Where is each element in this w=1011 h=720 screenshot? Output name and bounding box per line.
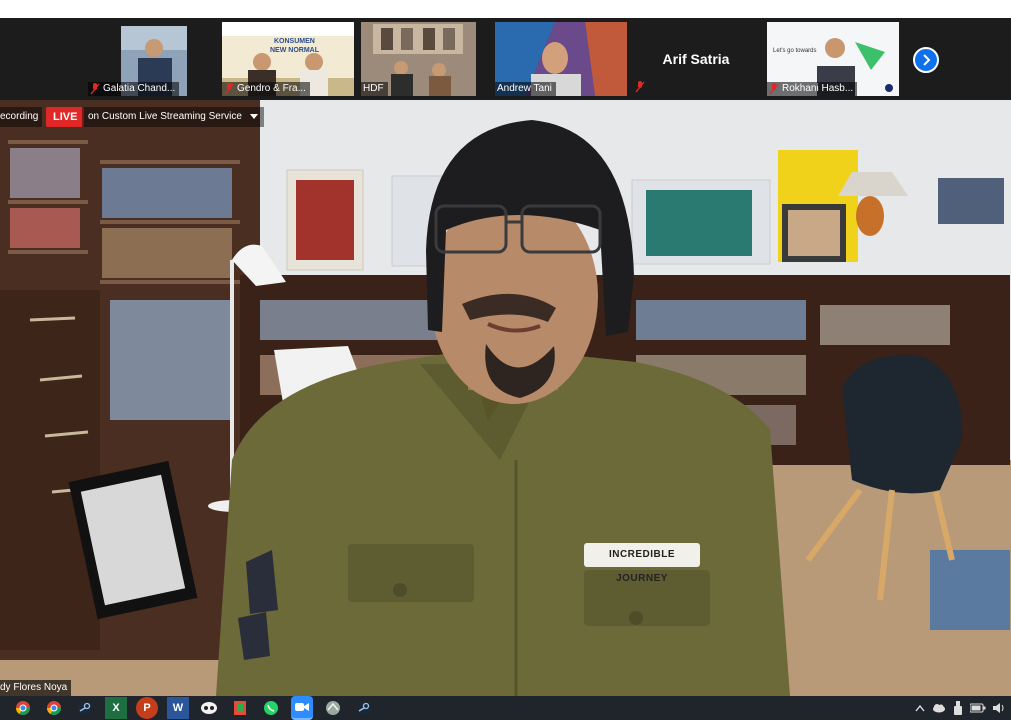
system-tray <box>915 696 1005 720</box>
volume-icon[interactable] <box>993 703 1005 713</box>
active-speaker-name-tag: dy Flores Noya <box>0 680 72 696</box>
usb-icon[interactable] <box>953 701 963 715</box>
participant-tile[interactable]: Galatia Chand... <box>88 22 188 96</box>
whatsapp-icon[interactable] <box>260 697 282 719</box>
participant-name: Galatia Chand... <box>103 83 176 94</box>
word-icon[interactable]: W <box>167 697 189 719</box>
windows-taskbar: X P W <box>0 696 1011 720</box>
streaming-service-label: on Custom Live Streaming Service <box>88 111 242 122</box>
participant-name: HDF <box>363 83 384 94</box>
participant-tile[interactable]: KONSUMEN NEW NORMAL Gendro & Fra... <box>222 22 354 96</box>
participant-name: Rokhani Hasb... <box>782 83 854 94</box>
participant-name: Gendro & Fra... <box>237 83 306 94</box>
shirt-patch-text: INCREDIBLE JOURNEY <box>584 543 700 584</box>
chevron-down-icon <box>249 114 258 119</box>
battery-icon[interactable] <box>970 703 986 713</box>
live-streaming-dropdown[interactable]: on Custom Live Streaming Service <box>82 107 264 127</box>
next-page-button[interactable] <box>913 47 939 73</box>
participant-strip: Galatia Chand... KONSUMEN NEW NORMAL Gen… <box>0 18 1011 100</box>
mic-muted-icon <box>90 83 100 95</box>
participant-name: Andrew Tani <box>497 83 552 94</box>
participant-tile[interactable]: HDF <box>361 22 476 96</box>
participant-name-tag: Galatia Chand... <box>88 82 180 96</box>
participant-name-tag: Rokhani Hasb... <box>767 82 858 96</box>
chevron-up-icon[interactable] <box>915 704 925 712</box>
live-badge[interactable]: LIVE <box>46 107 85 127</box>
steam-icon[interactable] <box>353 697 375 719</box>
chrome-icon[interactable] <box>12 697 34 719</box>
poster-text: NEW NORMAL <box>270 47 319 54</box>
participant-name-tag: Andrew Tani <box>495 82 556 96</box>
participant-tile[interactable]: Andrew Tani <box>495 22 627 96</box>
mic-muted-icon <box>635 81 645 93</box>
recording-label: ecording <box>0 107 43 127</box>
app-icon[interactable] <box>322 697 344 719</box>
excel-icon[interactable]: X <box>105 697 127 719</box>
poster-text: KONSUMEN <box>274 38 315 45</box>
mic-muted-icon <box>224 83 234 95</box>
steam-icon[interactable] <box>74 697 96 719</box>
app-icon[interactable] <box>229 697 251 719</box>
powerpoint-icon[interactable]: P <box>136 697 158 719</box>
participant-name-tag: Gendro & Fra... <box>222 82 310 96</box>
window-top-bar <box>0 0 1011 18</box>
app-icon[interactable] <box>198 697 220 719</box>
cloud-icon[interactable] <box>932 703 946 713</box>
participant-name: Arif Satria <box>662 51 730 67</box>
participant-tile[interactable]: Let's go towards Rokhani Hasb... <box>767 22 899 96</box>
participant-tile[interactable]: Arif Satria <box>630 22 762 96</box>
speaker-video-scene <box>0 100 1011 696</box>
mic-muted-icon <box>769 83 779 95</box>
active-speaker-video: INCREDIBLE JOURNEY <box>0 100 1011 696</box>
zoom-icon[interactable] <box>291 696 313 720</box>
slide-text: Let's go towards <box>773 48 817 54</box>
chevron-right-icon <box>923 54 931 66</box>
participant-name-tag: HDF <box>361 82 388 96</box>
chrome-icon[interactable] <box>43 697 65 719</box>
